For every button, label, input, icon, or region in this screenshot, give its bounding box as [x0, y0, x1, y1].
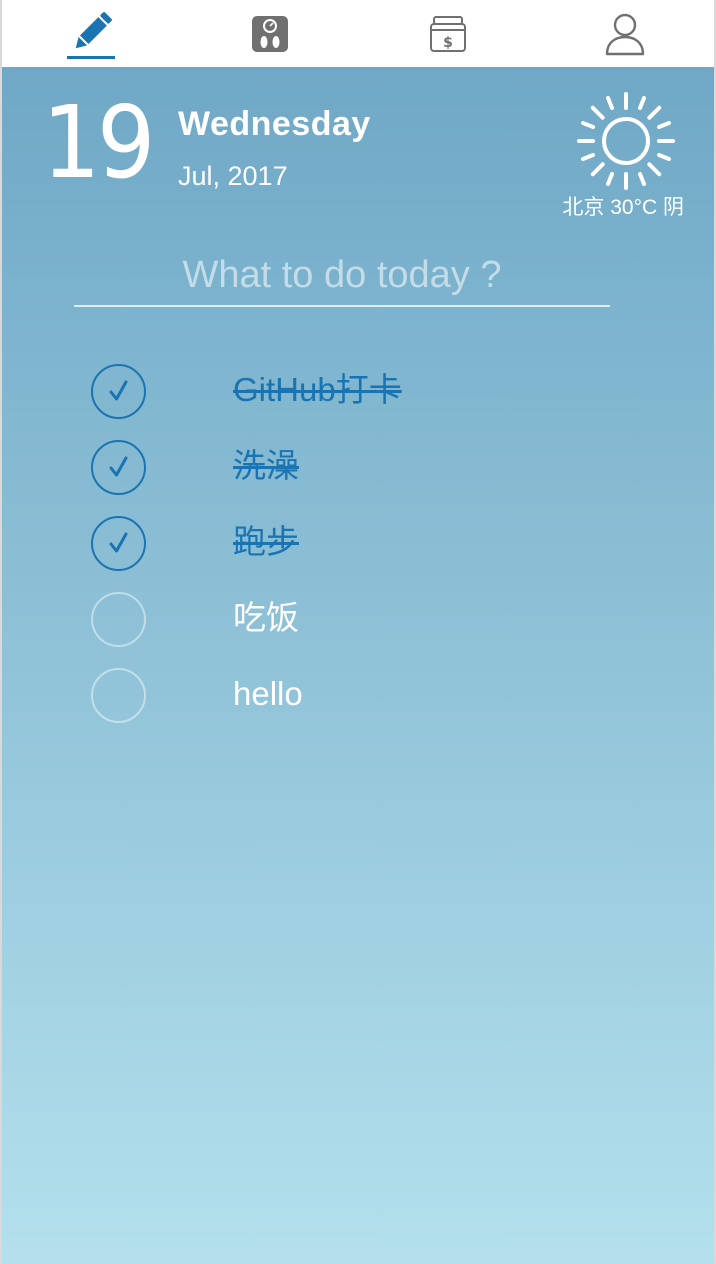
todo-checkbox[interactable] [91, 364, 146, 419]
tab-weight[interactable] [210, 0, 330, 67]
todo-item: GitHub打卡 [2, 354, 714, 430]
todo-item: 吃饭 [2, 582, 714, 658]
checkmark-icon [109, 380, 127, 400]
todo-checkbox[interactable] [91, 668, 146, 723]
todo-label[interactable]: 洗澡 [233, 446, 299, 486]
todo-label[interactable]: GitHub打卡 [233, 370, 402, 410]
scale-icon [252, 15, 288, 52]
pencil-icon [67, 11, 115, 59]
checkmark-icon [109, 532, 127, 552]
svg-text:$: $ [443, 35, 453, 51]
top-tab-bar: $ [2, 0, 714, 67]
weekday-label: Wednesday [178, 105, 371, 143]
weather-info: 北京 30°C 阴 [562, 196, 684, 219]
day-number: 19 [42, 84, 155, 201]
todo-panel: 19 Wednesday Jul, 2017 北京 30°C 阴 What to… [2, 67, 714, 1264]
todo-item: 洗澡 [2, 430, 714, 506]
todo-checkbox[interactable] [91, 592, 146, 647]
money-box-icon: $ [430, 15, 466, 52]
todo-item: hello [2, 658, 714, 734]
todo-label[interactable]: hello [233, 674, 303, 714]
todo-label[interactable]: 跑步 [233, 522, 299, 562]
app-screen: $ 19 Wednesday Jul, 2017 北京 30°C 阴 What … [0, 0, 716, 1264]
tab-profile[interactable] [565, 0, 685, 67]
tab-todo[interactable] [32, 0, 152, 67]
tab-finance[interactable]: $ [388, 0, 508, 67]
todo-checkbox[interactable] [91, 516, 146, 571]
month-year-label: Jul, 2017 [178, 161, 288, 191]
todo-list: GitHub打卡 洗澡 跑步 吃饭 hello [2, 354, 714, 734]
user-icon [605, 13, 645, 55]
todo-item: 跑步 [2, 506, 714, 582]
todo-label[interactable]: 吃饭 [233, 598, 299, 638]
sun-icon [577, 92, 675, 190]
todo-checkbox[interactable] [91, 440, 146, 495]
new-todo-input[interactable] [74, 245, 610, 307]
checkmark-icon [109, 456, 127, 476]
